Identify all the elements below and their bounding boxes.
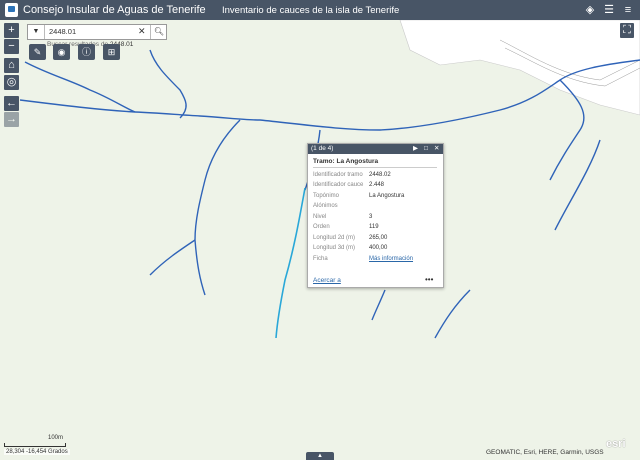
urban-area xyxy=(399,20,640,116)
home-button[interactable]: ⌂ xyxy=(4,58,19,73)
chevron-down-icon: ▼ xyxy=(32,28,40,35)
divider xyxy=(313,167,437,168)
measure-tool-button[interactable]: ◉ xyxy=(53,44,70,60)
clear-icon[interactable]: ✕ xyxy=(138,26,146,37)
zoom-out-button[interactable]: − xyxy=(4,39,19,54)
more-info-link[interactable]: Más información xyxy=(369,256,413,262)
attribute-key: Longitud 2d (m) xyxy=(313,235,356,241)
attribute-value: 265,00 xyxy=(369,235,388,241)
info-tool-button[interactable]: ⓘ xyxy=(78,44,95,60)
arrow-left-icon: ← xyxy=(6,97,17,109)
logo-icon xyxy=(5,3,18,17)
feature-popup: (1 de 4) ▶ □ ✕ Tramo: La Angostura Ident… xyxy=(307,143,444,288)
attribute-value: La Angostura xyxy=(369,193,405,199)
attribute-row: Longitud 3d (m) 400,00 xyxy=(313,245,439,255)
measure-icon: ◉ xyxy=(57,47,66,57)
attribute-row: Topónimo La Angostura xyxy=(313,193,439,203)
select-tool-button[interactable]: ⊞ xyxy=(103,44,120,60)
forward-button[interactable]: → xyxy=(4,112,19,127)
search-widget: ▼ 2448.01 ✕ 🔍︎ xyxy=(27,24,167,40)
app-header: Consejo Insular de Aguas de Tenerife Inv… xyxy=(0,0,640,20)
attribute-key: Topónimo xyxy=(313,193,340,199)
attribute-row: Orden 119 xyxy=(313,224,439,234)
stream xyxy=(371,289,386,321)
popup-title: Tramo: La Angostura xyxy=(313,158,379,165)
attribute-row: Ficha Más información xyxy=(313,256,439,266)
locate-button[interactable]: ◎ xyxy=(4,75,19,90)
back-button[interactable]: ← xyxy=(4,96,19,111)
zoom-in-button[interactable]: + xyxy=(4,23,19,38)
attribute-row: Identificador cauce 2.448 xyxy=(313,182,439,192)
info-icon: ⓘ xyxy=(81,47,91,57)
attribute-row: Nivel 3 xyxy=(313,214,439,224)
attribute-key: Longitud 3d (m) xyxy=(313,245,356,251)
search-icon: 🔍︎ xyxy=(153,27,165,36)
menu-icon[interactable]: ≡ xyxy=(621,3,635,17)
attribute-key: Alónimos xyxy=(313,203,338,209)
stream xyxy=(554,139,601,231)
stream xyxy=(149,49,187,119)
scale-bar xyxy=(4,443,66,447)
stream xyxy=(434,289,471,339)
attribute-key: Nivel xyxy=(313,214,327,220)
chevron-up-icon: ▲ xyxy=(317,453,323,459)
select-icon: ⊞ xyxy=(107,47,116,57)
attribute-value: 119 xyxy=(369,224,379,230)
attribute-value: 2448.02 xyxy=(369,172,391,178)
locate-icon: ◎ xyxy=(6,76,17,88)
attribute-value: 400,00 xyxy=(369,245,388,251)
search-button[interactable]: 🔍︎ xyxy=(150,25,167,39)
stream xyxy=(149,239,196,276)
stream xyxy=(194,119,241,296)
popup-count: (1 de 4) xyxy=(311,145,334,152)
attribute-value: 3 xyxy=(369,214,373,220)
attribute-row: Identificador tramo 2448.02 xyxy=(313,172,439,182)
search-input[interactable]: 2448.01 xyxy=(49,27,76,36)
search-source-dropdown[interactable]: ▼ xyxy=(28,25,45,39)
selected-stream xyxy=(275,187,306,339)
more-options-button[interactable]: ••• xyxy=(425,275,433,284)
close-icon[interactable]: ✕ xyxy=(434,144,439,154)
home-icon: ⌂ xyxy=(8,59,15,71)
fullscreen-icon: ⛶ xyxy=(623,24,631,36)
app-subtitle: Inventario de cauces de la isla de Tener… xyxy=(222,5,400,16)
layers-icon[interactable]: ◈ xyxy=(583,3,597,17)
draw-tool-button[interactable]: ✎ xyxy=(29,44,46,60)
arrow-right-icon: → xyxy=(6,113,17,125)
coordinates-readout: 28,304 -16,454 Grados xyxy=(4,449,70,455)
attribute-key: Identificador cauce xyxy=(313,182,364,188)
app-title: Consejo Insular de Aguas de Tenerife xyxy=(23,4,206,16)
maximize-icon[interactable]: □ xyxy=(424,144,428,154)
zoom-to-link[interactable]: Acercar a xyxy=(313,277,341,284)
attribute-row: Alónimos xyxy=(313,203,439,213)
attribute-key: Orden xyxy=(313,224,330,230)
attribute-key: Ficha xyxy=(313,256,328,262)
popup-header: (1 de 4) ▶ □ ✕ xyxy=(308,144,443,154)
stream xyxy=(24,61,136,113)
next-feature-button[interactable]: ▶ xyxy=(413,144,418,154)
fullscreen-button[interactable]: ⛶ xyxy=(620,23,634,38)
expand-panel-tab[interactable]: ▲ xyxy=(306,452,334,460)
draw-icon: ✎ xyxy=(33,47,42,57)
attribute-key: Identificador tramo xyxy=(313,172,363,178)
attribute-value: 2.448 xyxy=(369,182,385,188)
legend-icon[interactable]: ☰ xyxy=(602,3,616,17)
attribution: GEOMATIC, Esri, HERE, Garmin, USGS xyxy=(486,449,604,456)
attribute-row: Longitud 2d (m) 265,00 xyxy=(313,235,439,245)
scale-label: 100m xyxy=(48,435,64,441)
